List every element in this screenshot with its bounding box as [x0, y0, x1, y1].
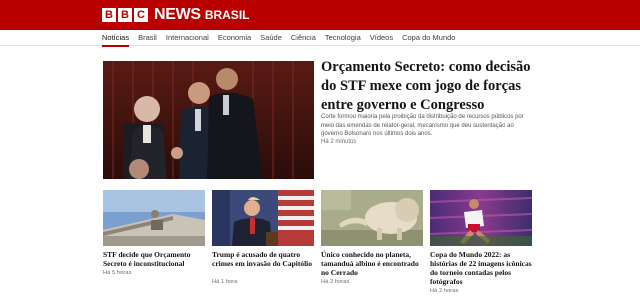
card-title-stf[interactable]: STF decide que Orçamento Secreto é incon…: [103, 250, 208, 268]
card-timestamp-copa: Há 2 horas: [430, 288, 459, 294]
nav-item-copa-do-mundo[interactable]: Copa do Mundo: [402, 30, 455, 46]
card-timestamp-stf: Há 5 horas: [103, 270, 132, 276]
section-nav: Notícias Brasil Internacional Economia S…: [0, 30, 640, 47]
card-image-stf[interactable]: [103, 190, 205, 246]
nav-item-tecnologia[interactable]: Tecnologia: [325, 30, 361, 46]
lead-story-timestamp: Há 2 minutos: [321, 139, 357, 145]
nav-list: Notícias Brasil Internacional Economia S…: [102, 30, 464, 47]
card-image-copa[interactable]: [430, 190, 532, 246]
nav-item-noticias[interactable]: Notícias: [102, 30, 130, 47]
card-title-copa[interactable]: Copa do Mundo 2022: as histórias de 22 i…: [430, 250, 535, 286]
nav-item-brasil[interactable]: Brasil: [138, 30, 157, 46]
bbc-news-brasil-logo[interactable]: B B C NEWS BRASIL: [102, 7, 249, 23]
lead-story-image[interactable]: [103, 61, 314, 179]
nav-item-internacional[interactable]: Internacional: [166, 30, 209, 46]
logo-edition-text: BRASIL: [204, 8, 250, 22]
card-timestamp-tamandua: Há 2 horas: [321, 279, 350, 285]
logo-letter-c: C: [134, 8, 148, 22]
nav-item-ciencia[interactable]: Ciência: [291, 30, 316, 46]
card-title-trump[interactable]: Trump é acusado de quatro crimes em inva…: [212, 250, 317, 268]
logo-letter-b1: B: [102, 8, 116, 22]
card-image-trump[interactable]: [212, 190, 314, 246]
nav-item-economia[interactable]: Economia: [218, 30, 251, 46]
card-image-tamandua[interactable]: [321, 190, 423, 246]
lead-story-summary: Corte formou maioria pela proibição da d…: [321, 114, 524, 137]
card-timestamp-trump: Há 1 hora: [212, 279, 238, 285]
logo-news-text: NEWS: [154, 6, 201, 23]
logo-letter-b2: B: [118, 8, 132, 22]
lead-story-headline[interactable]: Orçamento Secreto: como decisão do STF m…: [321, 58, 536, 115]
nav-item-videos[interactable]: Vídeos: [370, 30, 393, 46]
nav-item-saude[interactable]: Saúde: [260, 30, 282, 46]
masthead: B B C NEWS BRASIL: [0, 0, 640, 30]
card-title-tamandua[interactable]: Único conhecido no planeta, tamanduá alb…: [321, 250, 426, 277]
